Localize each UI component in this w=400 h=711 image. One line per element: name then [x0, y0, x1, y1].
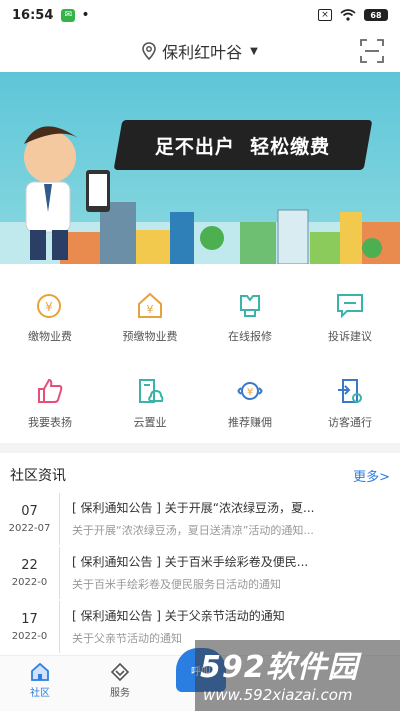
news-year-month: 2022-0 [11, 631, 48, 642]
svg-text:¥: ¥ [45, 300, 53, 314]
status-bar: 16:54 ✉ • × 68 [0, 0, 400, 30]
visitor-icon [338, 379, 362, 403]
menu-row: ¥ 缴物业费 ¥ 预缴物业费 在线报修 投诉建议 [0, 282, 400, 368]
battery-icon: 68 [364, 9, 388, 21]
repair-icon [240, 295, 260, 317]
sim-x-icon: × [318, 9, 332, 21]
tab-label: 服务 [110, 688, 130, 699]
news-date: 22 2022-0 [0, 547, 60, 599]
news-list: 07 2022-07 [ 保利通知公告 ] 关于开展“浓浓绿豆汤，夏... 关于… [0, 493, 400, 655]
yuan-house-icon: ¥ [138, 292, 162, 318]
scan-icon[interactable] [360, 39, 384, 63]
news-title: [ 保利通知公告 ] 关于开展“浓浓绿豆汤，夏... [72, 501, 315, 515]
news-year-month: 2022-0 [11, 577, 48, 588]
service-menu: ¥ 缴物业费 ¥ 预缴物业费 在线报修 投诉建议 我要表扬 云置业 ¥ 推荐赚佣 [0, 282, 400, 454]
home-icon [31, 662, 49, 681]
header: 保利红叶谷 ▼ [0, 30, 400, 72]
community-selector[interactable]: 保利红叶谷 ▼ [142, 39, 258, 63]
banner-slogan: 足不出户 轻松缴费 [113, 120, 373, 170]
menu-item-praise[interactable]: 我要表扬 [0, 368, 100, 454]
news-body: [ 保利通知公告 ] 关于百米手绘彩卷及便民... 关于百米手绘彩卷及便民服务日… [60, 547, 400, 599]
service-icon [110, 662, 130, 682]
menu-item-label: 推荐赚佣 [228, 416, 272, 429]
news-date: 17 2022-0 [0, 601, 60, 653]
location-pin-icon [142, 42, 156, 60]
menu-item-online-repair[interactable]: 在线报修 [200, 282, 300, 368]
news-more-link[interactable]: 更多> [353, 466, 390, 485]
building-icon [139, 379, 164, 403]
svg-text:¥: ¥ [147, 303, 154, 316]
status-time: 16:54 [12, 7, 54, 23]
news-section-title: 社区资讯 [10, 468, 66, 484]
menu-row: 我要表扬 云置业 ¥ 推荐赚佣 访客通行 [0, 368, 400, 454]
tab-community[interactable]: 社区 [0, 656, 80, 711]
news-date: 07 2022-07 [0, 493, 60, 545]
thumbs-up-icon [38, 378, 63, 403]
menu-item-label: 我要表扬 [28, 416, 72, 429]
menu-item-label: 预缴物业费 [122, 330, 178, 343]
menu-item-recommend-earn[interactable]: ¥ 推荐赚佣 [200, 368, 300, 454]
menu-item-label: 缴物业费 [28, 330, 72, 343]
news-summary: 关于开展“浓浓绿豆汤，夏日送清凉”活动的通知... [72, 524, 314, 537]
menu-item-label: 投诉建议 [328, 330, 372, 343]
menu-item-label: 访客通行 [328, 416, 372, 429]
menu-item-complaints[interactable]: 投诉建议 [300, 282, 400, 368]
menu-item-cloud-property[interactable]: 云置业 [100, 368, 200, 454]
news-year-month: 2022-07 [8, 523, 51, 534]
svg-text:¥: ¥ [247, 387, 253, 398]
wechat-icon: ✉ [61, 8, 76, 22]
menu-item-prepay-property-fee[interactable]: ¥ 预缴物业费 [100, 282, 200, 368]
menu-item-pay-property-fee[interactable]: ¥ 缴物业费 [0, 282, 100, 368]
menu-item-label: 在线报修 [228, 330, 272, 343]
wifi-icon [340, 9, 356, 21]
menu-item-label: 云置业 [133, 416, 167, 429]
news-title: [ 保利通知公告 ] 关于父亲节活动的通知 [72, 609, 285, 623]
news-body: [ 保利通知公告 ] 关于开展“浓浓绿豆汤，夏... 关于开展“浓浓绿豆汤，夏日… [60, 493, 400, 545]
status-icons: × 68 [318, 9, 388, 21]
news-title: [ 保利通知公告 ] 关于百米手绘彩卷及便民... [72, 555, 309, 569]
news-day: 22 [21, 558, 38, 573]
promo-banner[interactable]: 足不出户 轻松缴费 [0, 72, 400, 264]
tab-label: 社区 [30, 688, 50, 699]
news-item[interactable]: 07 2022-07 [ 保利通知公告 ] 关于开展“浓浓绿豆汤，夏... 关于… [0, 493, 400, 545]
news-item[interactable]: 22 2022-0 [ 保利通知公告 ] 关于百米手绘彩卷及便民... 关于百米… [0, 547, 400, 599]
recommend-icon: ¥ [237, 382, 263, 400]
news-day: 07 [21, 504, 38, 519]
message-icon [337, 294, 363, 319]
tab-service[interactable]: 服务 [80, 656, 160, 711]
banner-slogan-text: 足不出户 轻松缴费 [155, 135, 331, 158]
yuan-coin-icon: ¥ [37, 294, 61, 318]
section-divider [0, 443, 400, 453]
notification-dot-icon: • [81, 7, 90, 23]
community-name: 保利红叶谷 [162, 43, 243, 62]
menu-item-visitor-pass[interactable]: 访客通行 [300, 368, 400, 454]
news-day: 17 [21, 612, 38, 627]
news-summary: 关于百米手绘彩卷及便民服务日活动的通知 [72, 578, 281, 591]
watermark-logo: 592软件园 [200, 650, 359, 685]
news-header: 社区资讯 更多> [0, 458, 400, 492]
chevron-down-icon: ▼ [250, 45, 258, 57]
watermark-url: www.592xiazai.com [203, 686, 353, 704]
